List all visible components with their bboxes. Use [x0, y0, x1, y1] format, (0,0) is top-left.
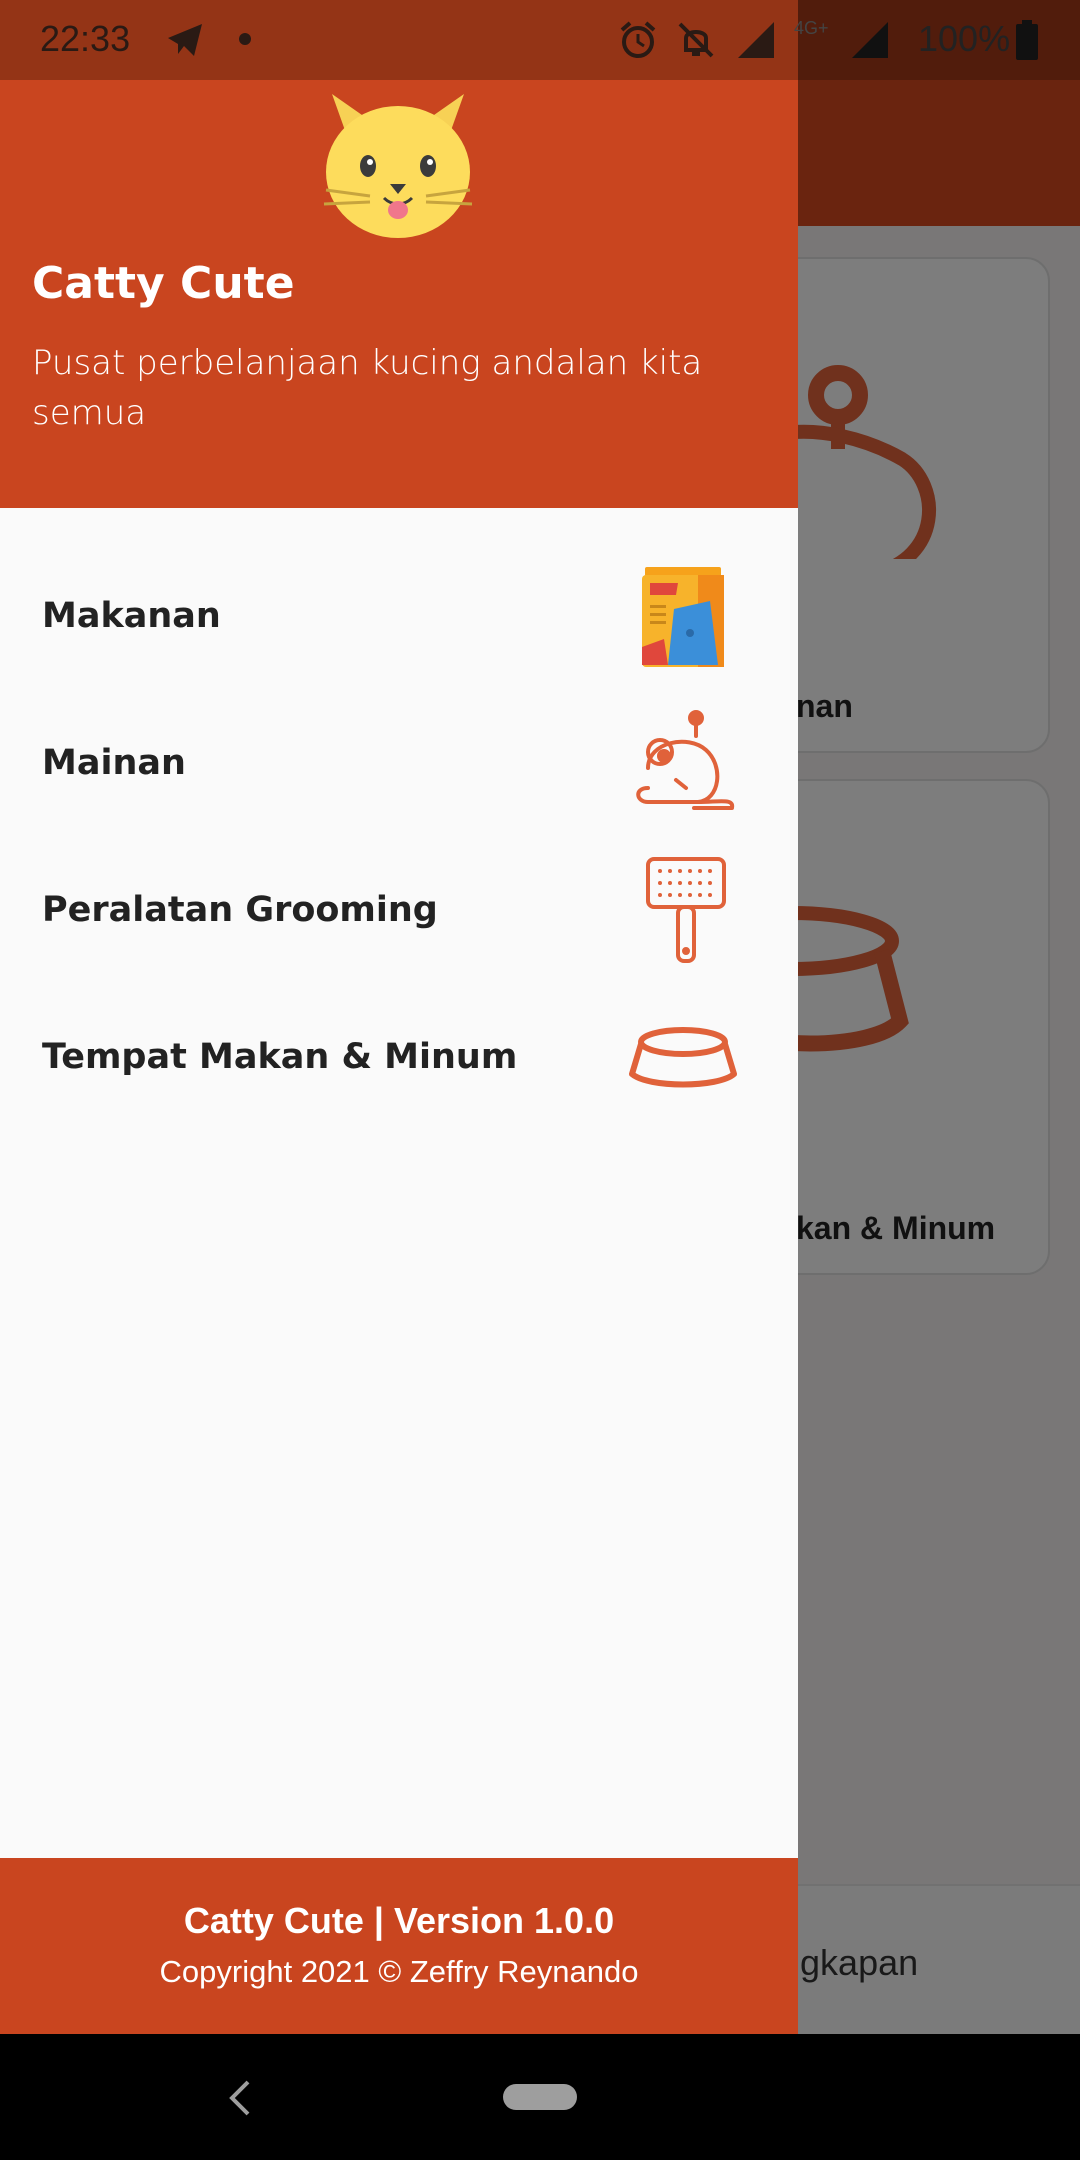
notification-dot-icon	[239, 33, 251, 45]
alarm-icon	[620, 21, 656, 58]
signal-icon	[738, 22, 774, 58]
notifications-off-icon	[678, 22, 714, 58]
telegram-icon	[168, 24, 202, 56]
drawer-footer: Catty Cute | Version 1.0.0 Copyright 202…	[0, 1858, 798, 2034]
drawer-header: Catty Cute Pusat perbelanjaan kucing and…	[0, 80, 798, 508]
menu-item-label: Peralatan Grooming	[42, 889, 438, 930]
system-navigation-bar	[0, 2034, 1080, 2160]
drawer-title: Catty Cute	[32, 258, 295, 309]
drawer-subtitle: Pusat perbelanjaan kucing andalan kita s…	[32, 343, 703, 433]
pet-bowl-icon	[629, 1026, 737, 1087]
cat-food-bag-icon	[642, 566, 724, 667]
footer-version: Catty Cute | Version 1.0.0	[183, 1900, 615, 1941]
menu-item-label: Mainan	[42, 742, 186, 783]
status-time: 22:33	[40, 18, 131, 59]
network-type: 4G+	[794, 18, 829, 38]
home-pill-icon[interactable]	[503, 2084, 577, 2110]
status-bar: 22:33 4G+ 100%	[0, 0, 1080, 80]
menu-item-peralatan-grooming[interactable]: Peralatan Grooming	[0, 836, 798, 983]
grooming-brush-icon	[646, 856, 726, 963]
battery-icon	[1016, 20, 1038, 60]
footer-copyright: Copyright 2021 © Zeffry Reynando	[159, 1954, 639, 1989]
menu-item-mainan[interactable]: Mainan	[0, 689, 798, 836]
battery-percentage: 100%	[918, 18, 1011, 59]
toy-mouse-icon	[636, 709, 735, 810]
signal-icon	[852, 22, 888, 58]
cat-face-icon	[323, 94, 473, 238]
menu-item-label: Makanan	[42, 595, 221, 636]
menu-item-label: Tempat Makan & Minum	[42, 1036, 518, 1077]
drawer-menu: Makanan Mainan Peralatan Grooming Tempat…	[0, 542, 798, 1130]
navigation-drawer: Catty Cute Pusat perbelanjaan kucing and…	[0, 80, 798, 2034]
menu-item-tempat-makan-minum[interactable]: Tempat Makan & Minum	[0, 983, 798, 1130]
menu-item-makanan[interactable]: Makanan	[0, 542, 798, 689]
back-icon[interactable]	[222, 2078, 258, 2118]
